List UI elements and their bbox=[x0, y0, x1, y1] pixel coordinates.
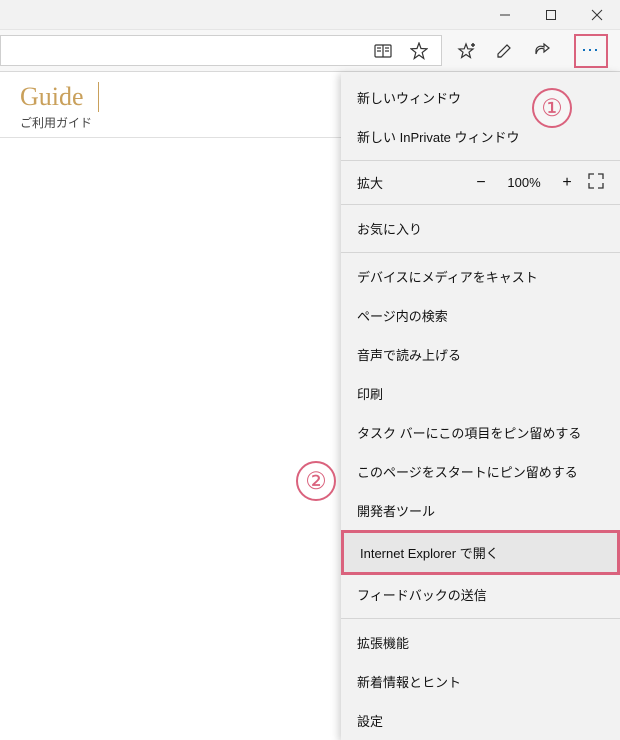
address-bar[interactable] bbox=[0, 35, 442, 66]
guide-title: Guide bbox=[20, 82, 99, 112]
menu-new-window[interactable]: 新しいウィンドウ bbox=[341, 78, 620, 117]
web-notes-icon[interactable] bbox=[494, 41, 514, 61]
page-content-area: Guide ご利用ガイド 新しいウィンドウ 新しい InPrivate ウィンド… bbox=[0, 72, 620, 645]
window-minimize-button[interactable] bbox=[482, 0, 528, 30]
add-favorite-icon[interactable] bbox=[456, 41, 476, 61]
browser-toolbar: ⋯ bbox=[0, 30, 620, 72]
menu-zoom-row: 拡大 − 100% + bbox=[341, 165, 620, 200]
menu-cast[interactable]: デバイスにメディアをキャスト bbox=[341, 257, 620, 296]
menu-dev-tools[interactable]: 開発者ツール bbox=[341, 491, 620, 530]
menu-separator bbox=[341, 618, 620, 619]
zoom-out-button[interactable]: − bbox=[472, 174, 490, 192]
menu-extensions[interactable]: 拡張機能 bbox=[341, 623, 620, 662]
menu-new-inprivate[interactable]: 新しい InPrivate ウィンドウ bbox=[341, 117, 620, 156]
menu-read-aloud[interactable]: 音声で読み上げる bbox=[341, 335, 620, 374]
menu-pin-start[interactable]: このページをスタートにピン留めする bbox=[341, 452, 620, 491]
share-icon[interactable] bbox=[532, 41, 552, 61]
menu-pin-taskbar[interactable]: タスク バーにこの項目をピン留めする bbox=[341, 413, 620, 452]
toolbar-right: ⋯ bbox=[446, 30, 618, 71]
window-titlebar bbox=[0, 0, 620, 30]
favorite-star-icon[interactable] bbox=[409, 41, 429, 61]
menu-feedback[interactable]: フィードバックの送信 bbox=[341, 575, 620, 614]
menu-settings[interactable]: 設定 bbox=[341, 701, 620, 740]
reading-view-icon[interactable] bbox=[373, 41, 393, 61]
window-close-button[interactable] bbox=[574, 0, 620, 30]
annotation-1: ① bbox=[532, 88, 572, 128]
zoom-in-button[interactable]: + bbox=[558, 174, 576, 192]
menu-separator bbox=[341, 204, 620, 205]
more-menu-button[interactable]: ⋯ bbox=[574, 34, 608, 68]
menu-print[interactable]: 印刷 bbox=[341, 374, 620, 413]
menu-favorites[interactable]: お気に入り bbox=[341, 209, 620, 248]
zoom-value: 100% bbox=[502, 175, 546, 190]
menu-separator bbox=[341, 252, 620, 253]
more-dropdown-menu: 新しいウィンドウ 新しい InPrivate ウィンドウ 拡大 − 100% +… bbox=[341, 72, 620, 740]
fullscreen-icon[interactable] bbox=[588, 173, 604, 192]
menu-find[interactable]: ページ内の検索 bbox=[341, 296, 620, 335]
annotation-2: ② bbox=[296, 461, 336, 501]
menu-open-ie[interactable]: Internet Explorer で開く bbox=[341, 530, 620, 575]
menu-separator bbox=[341, 160, 620, 161]
window-maximize-button[interactable] bbox=[528, 0, 574, 30]
menu-whats-new[interactable]: 新着情報とヒント bbox=[341, 662, 620, 701]
zoom-label: 拡大 bbox=[357, 173, 460, 192]
